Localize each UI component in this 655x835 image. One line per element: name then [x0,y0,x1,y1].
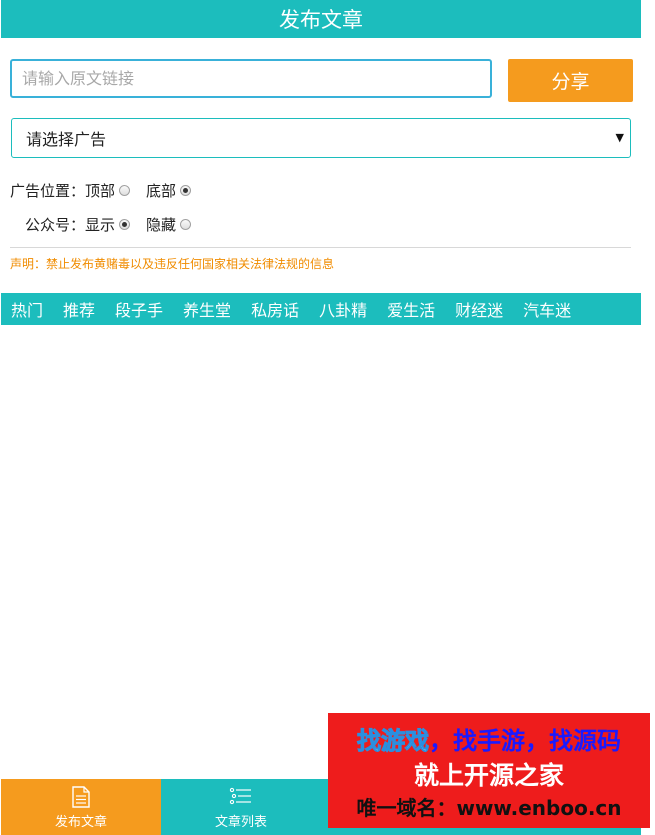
radio-bottom-circle[interactable] [180,184,192,196]
nav-item-health[interactable]: 养生堂 [183,297,231,321]
tab-article-list[interactable]: 文章列表 [161,779,321,835]
radio-show[interactable]: 显示 [85,214,131,235]
document-icon [72,785,90,809]
radio-bottom[interactable]: 底部 [146,180,192,201]
notice-text: 声明：禁止发布黄赌毒以及违反任何国家相关法律法规的信息 [10,257,335,271]
nav-item-finance[interactable]: 财经迷 [455,297,503,321]
nav-item-gossip[interactable]: 八卦精 [319,297,367,321]
tab-publish-article[interactable]: 发布文章 [1,779,161,835]
page-title: 发布文章 [279,8,363,32]
promo-banner[interactable]: 找游戏，找手游，找源码 就上开源之家 唯一域名：www.enboo.cn [328,713,650,828]
nav-item-recommend[interactable]: 推荐 [63,297,95,321]
ad-select[interactable]: 请选择广告 ▼ [11,118,631,158]
nav-item-cars[interactable]: 汽车迷 [523,297,571,321]
divider [10,247,631,248]
radio-show-label: 显示 [85,215,116,234]
radio-hide-label: 隐藏 [146,215,177,234]
promo-line-1-b: ，找手游，找源码 [429,727,621,755]
ad-select-value: 请选择广告 [26,130,107,149]
nav-item-life[interactable]: 爱生活 [387,297,435,321]
url-row: 分享 [10,59,633,102]
ad-position-row: 广告位置： 顶部 底部 [10,179,192,201]
account-label: 公众号： [25,215,86,234]
radio-bottom-label: 底部 [146,181,177,200]
nav-item-jokes[interactable]: 段子手 [115,297,163,321]
list-icon [229,785,253,809]
promo-line-3: 唯一域名：www.enboo.cn [356,796,622,820]
tab-publish-label: 发布文章 [54,814,107,830]
radio-top-circle[interactable] [119,184,131,196]
promo-line-1: 找游戏，找手游，找源码 [357,721,622,756]
promo-line-1-a: 找游戏 [357,727,430,756]
article-url-input[interactable] [10,59,492,98]
category-nav: 热门 推荐 段子手 养生堂 私房话 八卦精 爱生活 财经迷 汽车迷 [1,293,641,325]
radio-hide[interactable]: 隐藏 [146,214,192,235]
radio-show-circle[interactable] [119,218,131,230]
nav-item-private[interactable]: 私房话 [251,297,299,321]
radio-hide-circle[interactable] [180,218,192,230]
page-header: 发布文章 [1,0,641,38]
radio-top[interactable]: 顶部 [85,180,131,201]
ad-position-label: 广告位置： [10,181,86,200]
caret-down-icon: ▼ [615,131,624,144]
promo-line-2: 就上开源之家 [413,761,564,790]
account-row: 公众号： 显示 隐藏 [25,213,192,235]
nav-item-hot[interactable]: 热门 [11,297,43,321]
share-button[interactable]: 分享 [508,59,633,102]
tab-list-label: 文章列表 [214,814,267,830]
radio-top-label: 顶部 [85,181,116,200]
